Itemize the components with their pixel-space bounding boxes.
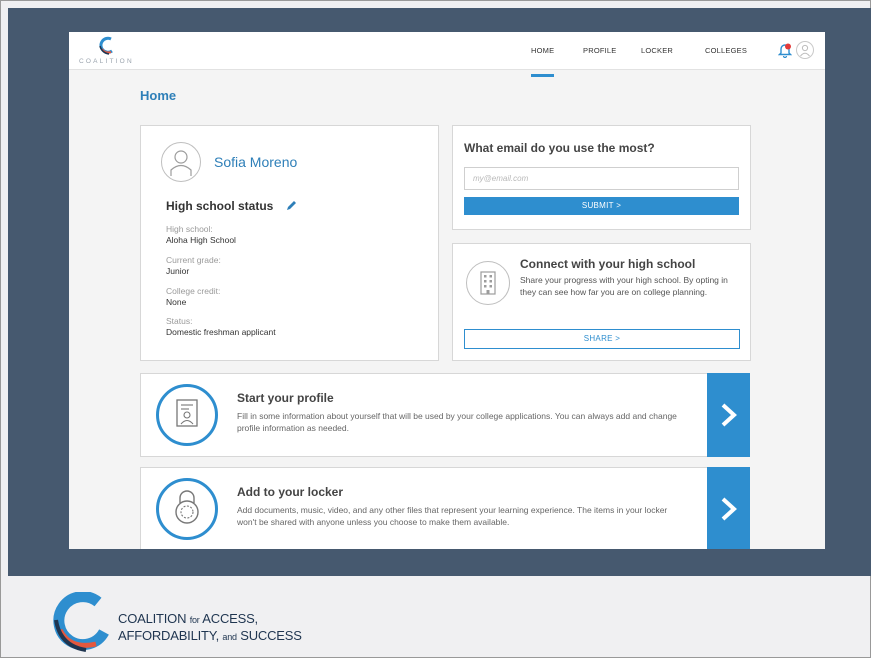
connect-title: Connect with your high school bbox=[520, 257, 696, 271]
student-status-card: Sofia Moreno High school status High sch… bbox=[140, 125, 439, 361]
chevron-right-icon bbox=[721, 497, 737, 521]
connect-high-school-card: Connect with your high school Share your… bbox=[452, 243, 751, 361]
footer-line-1: COALITION for ACCESS, bbox=[118, 611, 258, 626]
start-profile-arrow-button[interactable] bbox=[707, 373, 750, 457]
submit-button[interactable]: SUBMIT > bbox=[464, 197, 739, 215]
student-avatar-icon bbox=[161, 142, 201, 182]
field-value: Domestic freshman applicant bbox=[166, 327, 276, 337]
padlock-icon bbox=[156, 478, 218, 540]
footer-line-2: AFFORDABILITY, and SUCCESS bbox=[118, 628, 302, 643]
connect-description: Share your progress with your high schoo… bbox=[520, 275, 728, 297]
nav-profile[interactable]: PROFILE bbox=[583, 46, 617, 55]
status-field: Status: Domestic freshman applicant bbox=[166, 316, 276, 338]
add-to-locker-card[interactable]: Add to your locker Add documents, music,… bbox=[140, 467, 750, 549]
college-credit-field: College credit: None bbox=[166, 286, 220, 308]
app-window: COALITION HOME PROFILE LOCKER COLLEGES H… bbox=[69, 32, 825, 549]
email-question: What email do you use the most? bbox=[464, 141, 655, 155]
brand-logo[interactable]: COALITION bbox=[79, 35, 135, 67]
bell-icon[interactable] bbox=[778, 42, 792, 58]
school-building-icon bbox=[466, 261, 510, 305]
task-title: Start your profile bbox=[237, 391, 334, 405]
field-label: Status: bbox=[166, 316, 193, 326]
email-card: What email do you use the most? SUBMIT > bbox=[452, 125, 751, 230]
email-input[interactable] bbox=[464, 167, 739, 190]
high-school-field: High school: Aloha High School bbox=[166, 224, 236, 246]
field-label: College credit: bbox=[166, 286, 221, 296]
field-value: Junior bbox=[166, 266, 190, 276]
field-label: High school: bbox=[166, 224, 213, 234]
field-value: Aloha High School bbox=[166, 235, 236, 245]
brand-wordmark: COALITION bbox=[79, 58, 134, 65]
page-title: Home bbox=[140, 88, 177, 103]
user-silhouette-icon bbox=[800, 44, 810, 57]
top-navigation-bar: COALITION HOME PROFILE LOCKER COLLEGES bbox=[69, 32, 825, 77]
edit-pencil-icon[interactable] bbox=[285, 200, 297, 212]
nav-home[interactable]: HOME bbox=[531, 46, 555, 77]
task-description: Add documents, music, video, and any oth… bbox=[237, 505, 668, 527]
share-button[interactable]: SHARE > bbox=[464, 329, 740, 349]
nav-locker[interactable]: LOCKER bbox=[641, 46, 673, 55]
user-avatar-icon[interactable] bbox=[796, 41, 814, 59]
field-label: Current grade: bbox=[166, 255, 221, 265]
coalition-swirl-icon bbox=[99, 36, 113, 55]
task-description: Fill in some information about yourself … bbox=[237, 411, 677, 433]
task-title: Add to your locker bbox=[237, 485, 344, 499]
current-grade-field: Current grade: Junior bbox=[166, 255, 221, 277]
start-profile-card[interactable]: Start your profile Fill in some informat… bbox=[140, 373, 750, 457]
profile-document-icon bbox=[156, 384, 218, 446]
nav-colleges[interactable]: COLLEGES bbox=[705, 46, 747, 55]
high-school-status-heading: High school status bbox=[166, 199, 274, 213]
chevron-right-icon bbox=[721, 403, 737, 427]
footer-organization-name: COALITION for ACCESS, AFFORDABILITY, and… bbox=[118, 611, 302, 645]
field-value: None bbox=[166, 297, 187, 307]
coalition-footer-logo-icon bbox=[53, 592, 109, 652]
student-name: Sofia Moreno bbox=[214, 154, 298, 170]
add-to-locker-arrow-button[interactable] bbox=[707, 467, 750, 549]
